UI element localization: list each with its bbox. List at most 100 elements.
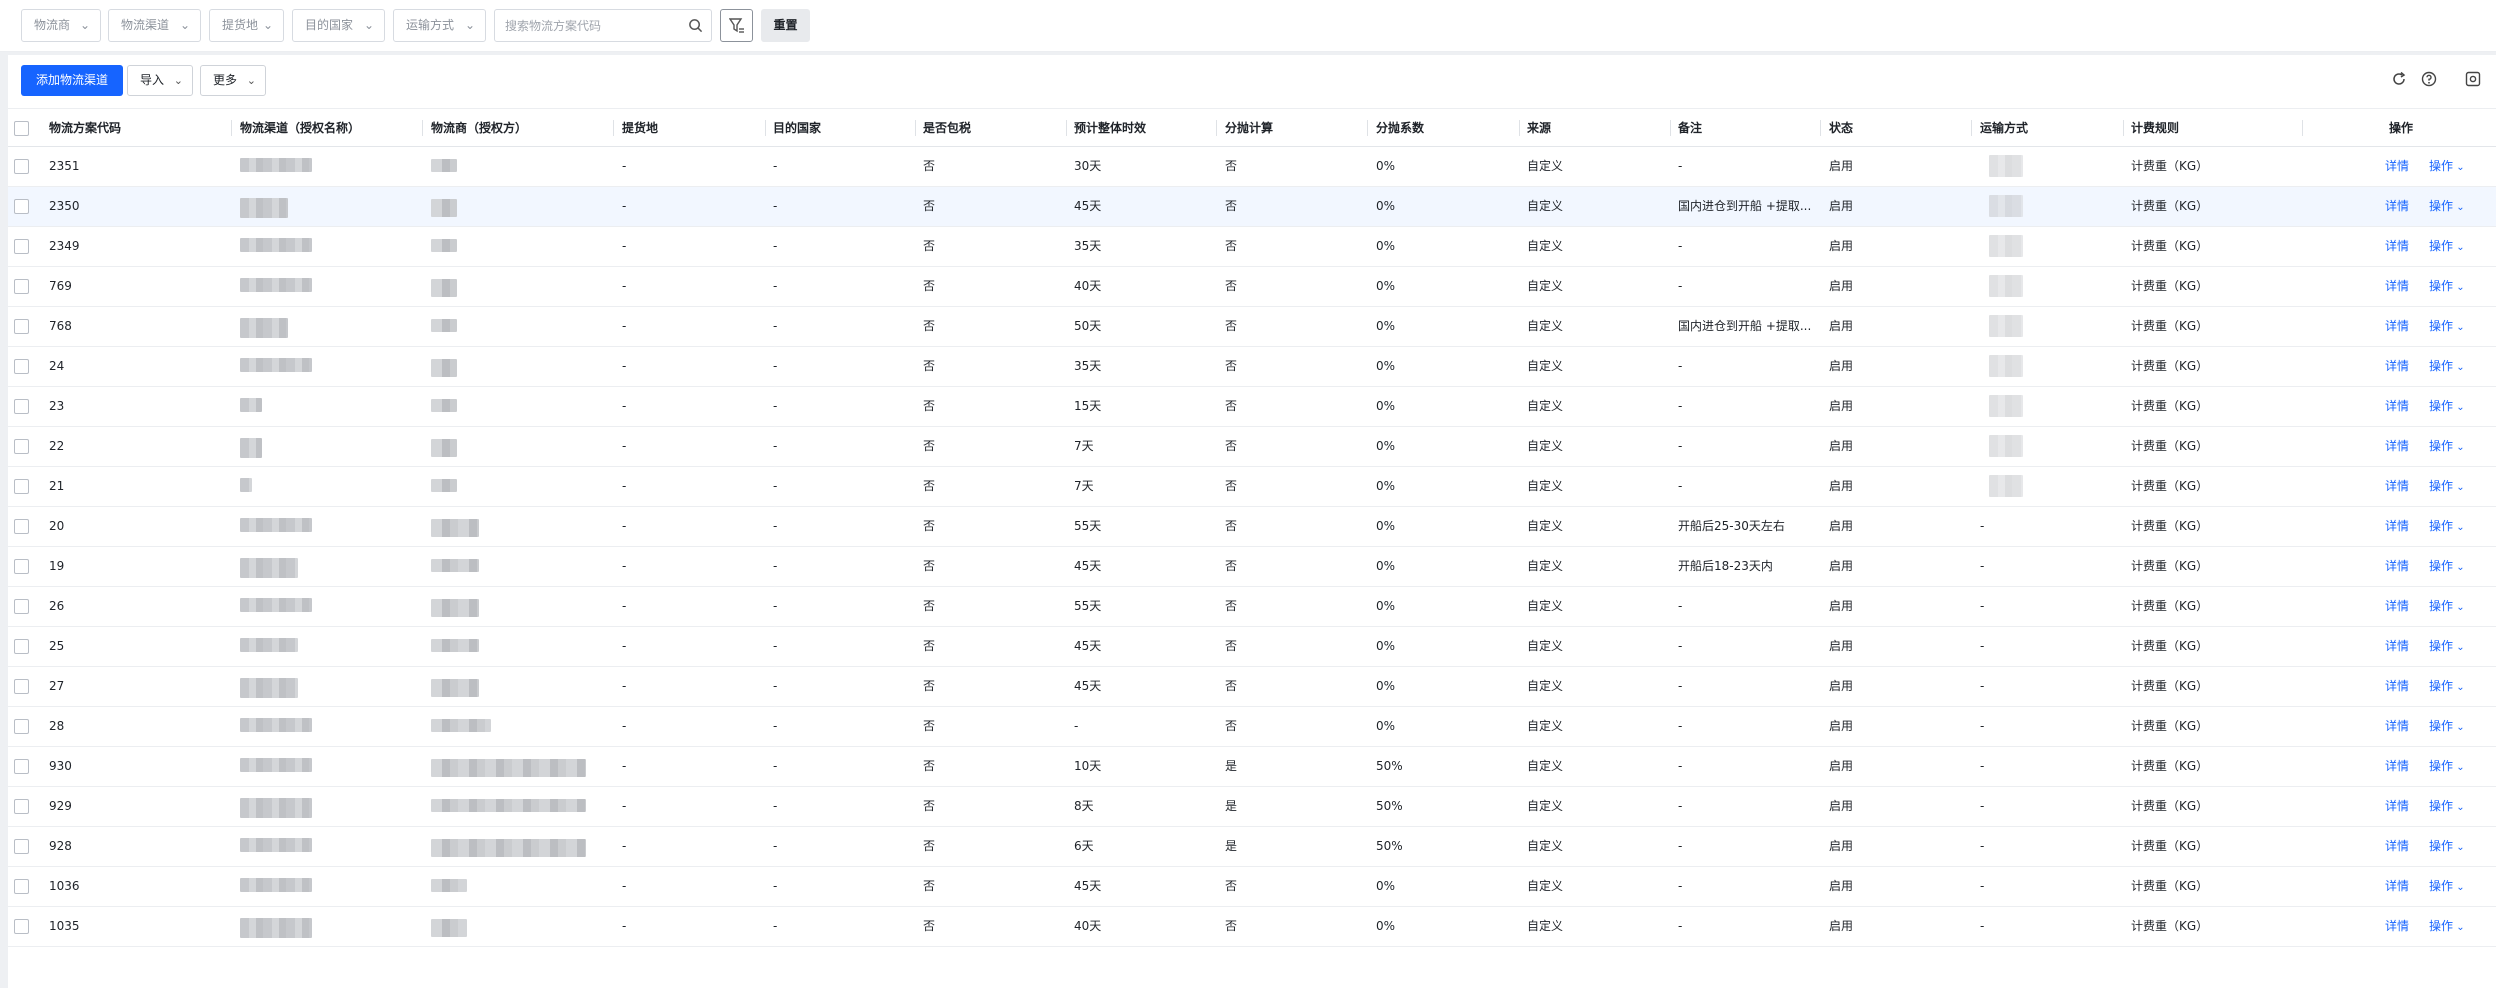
- detail-link[interactable]: 详情: [2385, 227, 2409, 266]
- operations-dropdown[interactable]: 操作 ⌄: [2429, 667, 2465, 706]
- detail-link[interactable]: 详情: [2385, 267, 2409, 306]
- detail-link[interactable]: 详情: [2385, 747, 2409, 786]
- table-row[interactable]: 928- - 否 6天是 50% 自定义 - 启用 - 计费重（KG） 详情 操作 ⌄: [8, 827, 2496, 867]
- table-row[interactable]: 2350 - - 否 45天 否 0% 自定义 国内进仓到开船 +提取... 启用 计费重（KG） 详…: [8, 187, 2496, 227]
- select-all-checkbox[interactable]: [14, 121, 29, 136]
- row-checkbox[interactable]: [14, 519, 29, 534]
- detail-link[interactable]: 详情: [2385, 587, 2409, 626]
- detail-link[interactable]: 详情: [2385, 427, 2409, 466]
- add-channel-button[interactable]: 添加物流渠道: [21, 65, 123, 96]
- row-checkbox[interactable]: [14, 839, 29, 854]
- table-row[interactable]: 26- - 否 55天否 0% 自定义 - 启用 - 计费重（KG） 详情 操作 ⌄: [8, 587, 2496, 627]
- row-checkbox[interactable]: [14, 679, 29, 694]
- detail-link[interactable]: 详情: [2385, 907, 2409, 946]
- table-row[interactable]: 21- - 否 7天否 0% 自定义 - 启用 计费重（KG） 详情 操作 ⌄: [8, 467, 2496, 507]
- table-row[interactable]: 22- - 否 7天否 0% 自定义 - 启用 计费重（KG） 详情 操作 ⌄: [8, 427, 2496, 467]
- clear-filter-button[interactable]: [720, 9, 753, 42]
- search-input[interactable]: [495, 10, 680, 41]
- table-row[interactable]: 768 - - 否 50天 否 0% 自定义 国内进仓到开船 +提取... 启用 计费重（KG） 详情…: [8, 307, 2496, 347]
- detail-link[interactable]: 详情: [2385, 187, 2409, 226]
- detail-link[interactable]: 详情: [2385, 707, 2409, 746]
- operations-dropdown[interactable]: 操作 ⌄: [2429, 467, 2465, 506]
- table-row[interactable]: 24- - 否 35天否 0% 自定义 - 启用 计费重（KG） 详情 操作 ⌄: [8, 347, 2496, 387]
- detail-link[interactable]: 详情: [2385, 627, 2409, 666]
- detail-link[interactable]: 详情: [2385, 387, 2409, 426]
- search-icon[interactable]: [688, 18, 703, 33]
- table-row[interactable]: 2351- - 否 30天否 0% 自定义 - 启用 计费重（KG） 详情 操作 ⌄: [8, 147, 2496, 187]
- channel-filter-select[interactable]: 物流渠道 ⌄: [108, 9, 201, 42]
- table-row[interactable]: 23- - 否 15天否 0% 自定义 - 启用 计费重（KG） 详情 操作 ⌄: [8, 387, 2496, 427]
- operations-dropdown[interactable]: 操作 ⌄: [2429, 307, 2465, 346]
- operations-dropdown[interactable]: 操作 ⌄: [2429, 347, 2465, 386]
- row-checkbox[interactable]: [14, 719, 29, 734]
- operations-dropdown[interactable]: 操作 ⌄: [2429, 907, 2465, 946]
- cell-source: 自定义: [1527, 399, 1564, 413]
- cell-pickup: -: [622, 799, 627, 813]
- operations-dropdown[interactable]: 操作 ⌄: [2429, 267, 2465, 306]
- import-button[interactable]: 导入 ⌄: [127, 65, 193, 96]
- transport-filter-select[interactable]: 运输方式 ⌄: [393, 9, 486, 42]
- detail-link[interactable]: 详情: [2385, 507, 2409, 546]
- table-row[interactable]: 27- - 否 45天否 0% 自定义 - 启用 - 计费重（KG） 详情 操作 ⌄: [8, 667, 2496, 707]
- operations-dropdown[interactable]: 操作 ⌄: [2429, 187, 2465, 226]
- operations-dropdown[interactable]: 操作 ⌄: [2429, 427, 2465, 466]
- operations-dropdown[interactable]: 操作 ⌄: [2429, 747, 2465, 786]
- detail-link[interactable]: 详情: [2385, 307, 2409, 346]
- operations-dropdown[interactable]: 操作 ⌄: [2429, 627, 2465, 666]
- carrier-filter-select[interactable]: 物流商 ⌄: [21, 9, 101, 42]
- detail-link[interactable]: 详情: [2385, 547, 2409, 586]
- row-checkbox[interactable]: [14, 439, 29, 454]
- cell-eta: 45天: [1074, 559, 1102, 573]
- column-settings-icon[interactable]: [2465, 71, 2481, 87]
- detail-link[interactable]: 详情: [2385, 147, 2409, 186]
- detail-link[interactable]: 详情: [2385, 827, 2409, 866]
- row-checkbox[interactable]: [14, 879, 29, 894]
- operations-dropdown[interactable]: 操作 ⌄: [2429, 587, 2465, 626]
- row-checkbox[interactable]: [14, 639, 29, 654]
- table-row[interactable]: 1035- - 否 40天否 0% 自定义 - 启用 - 计费重（KG） 详情 操作 ⌄: [8, 907, 2496, 947]
- row-checkbox[interactable]: [14, 279, 29, 294]
- table-row[interactable]: 19- - 否 45天否 0% 自定义 开船后18-23天内 启用 - 计费重（KG） 详情 操作 ⌄: [8, 547, 2496, 587]
- row-checkbox[interactable]: [14, 199, 29, 214]
- table-row[interactable]: 929- - 否 8天是 50% 自定义 - 启用 - 计费重（KG） 详情 操作 ⌄: [8, 787, 2496, 827]
- operations-label: 操作: [2429, 759, 2454, 773]
- destination-filter-select[interactable]: 目的国家 ⌄: [292, 9, 385, 42]
- row-checkbox[interactable]: [14, 159, 29, 174]
- operations-dropdown[interactable]: 操作 ⌄: [2429, 787, 2465, 826]
- operations-dropdown[interactable]: 操作 ⌄: [2429, 827, 2465, 866]
- operations-dropdown[interactable]: 操作 ⌄: [2429, 387, 2465, 426]
- table-row[interactable]: 28- - 否 - 否 0% 自定义 - 启用 - 计费重（KG） 详情 操作 ⌄: [8, 707, 2496, 747]
- row-checkbox[interactable]: [14, 319, 29, 334]
- more-button[interactable]: 更多 ⌄: [200, 65, 266, 96]
- row-checkbox[interactable]: [14, 799, 29, 814]
- operations-dropdown[interactable]: 操作 ⌄: [2429, 707, 2465, 746]
- operations-dropdown[interactable]: 操作 ⌄: [2429, 147, 2465, 186]
- row-checkbox[interactable]: [14, 919, 29, 934]
- row-checkbox[interactable]: [14, 359, 29, 374]
- table-row[interactable]: 20 - - 否 55天 否 0% 自定义 开船后25-30天左右 启用 - 计费重（KG） 详情 操作 …: [8, 507, 2496, 547]
- operations-dropdown[interactable]: 操作 ⌄: [2429, 867, 2465, 906]
- help-icon[interactable]: [2421, 71, 2437, 87]
- reset-button[interactable]: 重置: [761, 9, 810, 42]
- detail-link[interactable]: 详情: [2385, 867, 2409, 906]
- detail-link[interactable]: 详情: [2385, 467, 2409, 506]
- row-checkbox[interactable]: [14, 759, 29, 774]
- row-checkbox[interactable]: [14, 559, 29, 574]
- pickup-filter-select[interactable]: 提货地 ⌄: [209, 9, 284, 42]
- table-row[interactable]: 25- - 否 45天否 0% 自定义 - 启用 - 计费重（KG） 详情 操作 ⌄: [8, 627, 2496, 667]
- detail-link[interactable]: 详情: [2385, 667, 2409, 706]
- detail-link[interactable]: 详情: [2385, 787, 2409, 826]
- operations-dropdown[interactable]: 操作 ⌄: [2429, 227, 2465, 266]
- table-row[interactable]: 769- - 否 40天否 0% 自定义 - 启用 计费重（KG） 详情 操作 ⌄: [8, 267, 2496, 307]
- refresh-icon[interactable]: [2391, 71, 2407, 87]
- row-checkbox[interactable]: [14, 399, 29, 414]
- row-checkbox[interactable]: [14, 239, 29, 254]
- table-row[interactable]: 2349- - 否 35天否 0% 自定义 - 启用 计费重（KG） 详情 操作 ⌄: [8, 227, 2496, 267]
- row-checkbox[interactable]: [14, 479, 29, 494]
- operations-dropdown[interactable]: 操作 ⌄: [2429, 547, 2465, 586]
- detail-link[interactable]: 详情: [2385, 347, 2409, 386]
- table-row[interactable]: 930- - 否 10天是 50% 自定义 - 启用 - 计费重（KG） 详情 操作 ⌄: [8, 747, 2496, 787]
- table-row[interactable]: 1036- - 否 45天否 0% 自定义 - 启用 - 计费重（KG） 详情 操作 ⌄: [8, 867, 2496, 907]
- row-checkbox[interactable]: [14, 599, 29, 614]
- operations-dropdown[interactable]: 操作 ⌄: [2429, 507, 2465, 546]
